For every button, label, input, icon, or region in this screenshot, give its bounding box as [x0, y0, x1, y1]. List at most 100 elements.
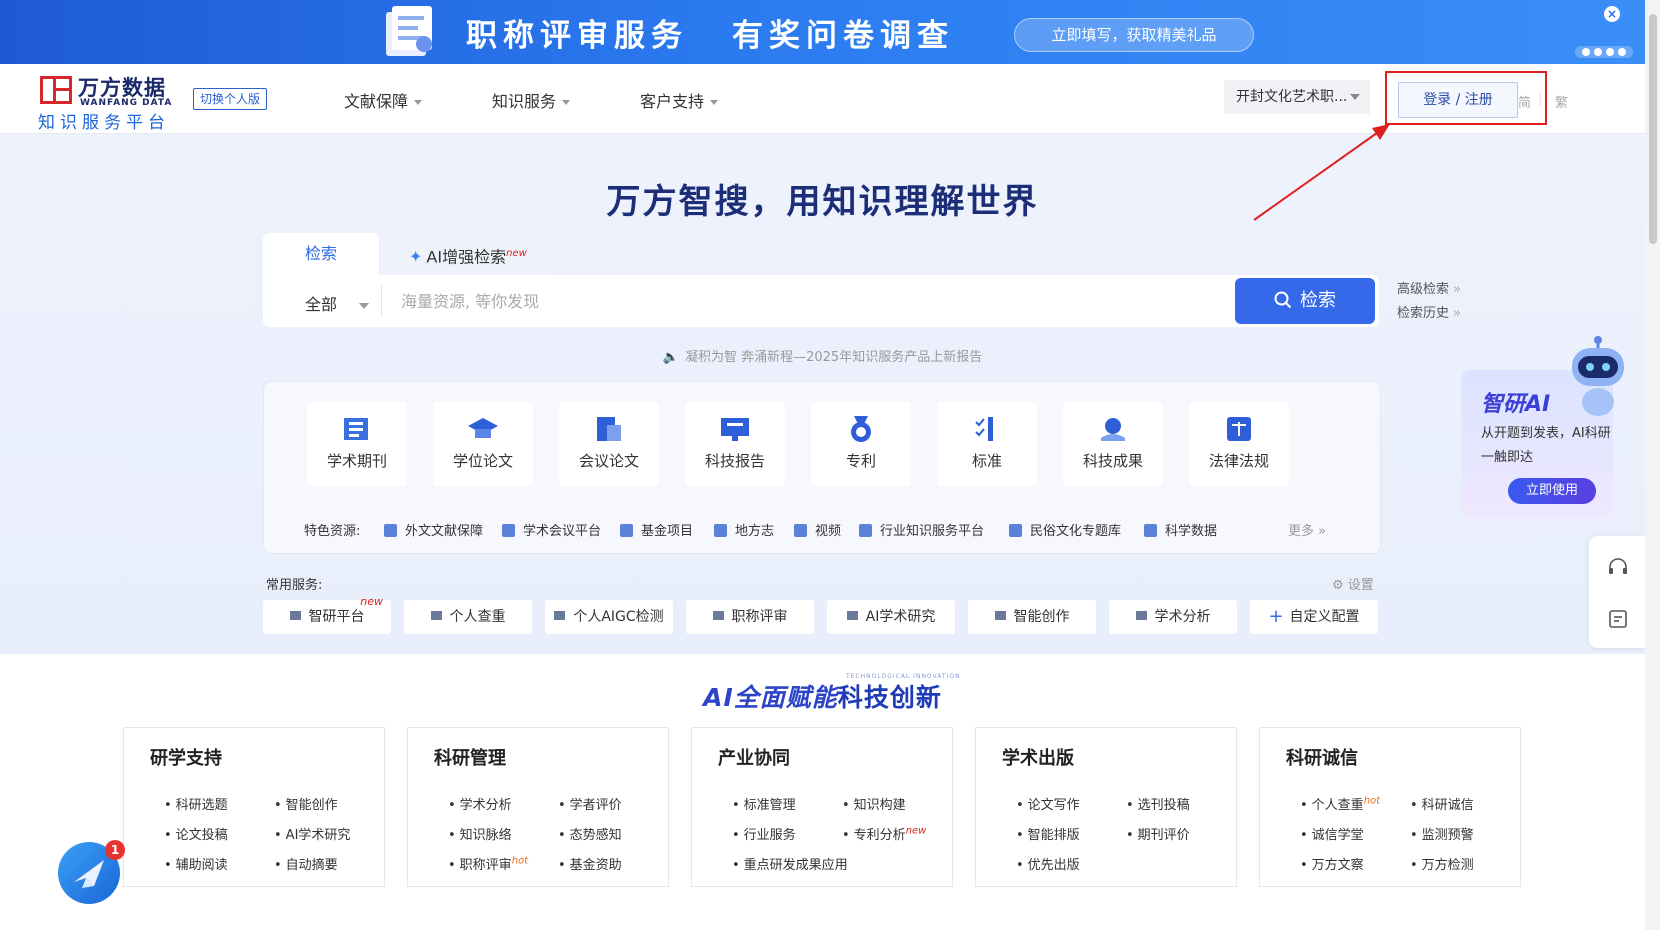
- nav-literature[interactable]: 文献保障: [344, 88, 423, 112]
- featured-item[interactable]: 外文文献保障: [384, 520, 483, 539]
- card-link[interactable]: 标准管理: [732, 794, 796, 813]
- card-integrity: 科研诚信 个人查重hot 科研诚信 诚信学堂 监测预警 万方文察 万方检测: [1259, 727, 1521, 887]
- tab-search[interactable]: 检索: [263, 233, 379, 275]
- featured-item-label: 学术会议平台: [523, 524, 602, 539]
- card-link[interactable]: 智能排版: [1016, 824, 1080, 843]
- card-link[interactable]: 态势感知: [558, 824, 622, 843]
- card-link[interactable]: 学者评价: [558, 794, 622, 813]
- card-link[interactable]: 知识构建: [842, 794, 906, 813]
- featured-item[interactable]: 视频: [794, 520, 841, 539]
- card-link[interactable]: 论文投稿: [164, 824, 228, 843]
- category-patent[interactable]: 专利: [811, 402, 911, 486]
- nav-label: 知识服务: [492, 92, 557, 111]
- card-link[interactable]: 基金资助: [558, 854, 622, 873]
- nav-support[interactable]: 客户支持: [640, 88, 719, 112]
- card-link[interactable]: AI学术研究: [274, 824, 351, 843]
- service-analysis[interactable]: 学术分析: [1109, 600, 1237, 634]
- card-link[interactable]: 行业服务: [732, 824, 796, 843]
- card-link[interactable]: 万方检测: [1410, 854, 1474, 873]
- card-link[interactable]: 科研诚信: [1410, 794, 1474, 813]
- settings-link[interactable]: ⚙ 设置: [1332, 574, 1374, 593]
- card-link[interactable]: 学术分析: [448, 794, 512, 813]
- achievement-icon: [1101, 418, 1125, 441]
- headset-icon[interactable]: [1607, 556, 1629, 578]
- service-icon: [994, 611, 1006, 620]
- card-link[interactable]: 职称评审hot: [448, 854, 528, 873]
- banner-cta-button[interactable]: 立即填写，获取精美礼品: [1014, 18, 1254, 52]
- card-link[interactable]: 专利分析new: [842, 824, 927, 843]
- announcement[interactable]: 🔈 凝积为智 奔涌新程—2025年知识服务产品上新报告: [0, 346, 1645, 365]
- scroll-thumb[interactable]: [1649, 14, 1657, 244]
- scope-label: 全部: [305, 295, 338, 314]
- category-label: 会议论文: [578, 452, 639, 470]
- card-link[interactable]: 个人查重hot: [1300, 794, 1380, 813]
- card-industry: 产业协同 标准管理 知识构建 行业服务 专利分析new 重点研发成果应用: [691, 727, 953, 887]
- login-register-button[interactable]: 登录 / 注册: [1398, 82, 1518, 118]
- top-banner[interactable]: 职称评审服务 有奖问卷调查 立即填写，获取精美礼品 ×: [0, 0, 1645, 64]
- search-tabs: 检索 ✦ AI增强检索new: [263, 233, 557, 275]
- lang-simplified[interactable]: 简: [1518, 92, 1531, 111]
- service-creation[interactable]: 智能创作: [968, 600, 1096, 634]
- nav-knowledge[interactable]: 知识服务: [492, 88, 571, 112]
- service-ai-research[interactable]: AI学术研究: [827, 600, 955, 634]
- organization-select[interactable]: 开封文化艺术职...: [1224, 80, 1370, 114]
- service-aigc[interactable]: 个人AIGC检测: [545, 600, 673, 634]
- featured-item[interactable]: 科学数据: [1144, 520, 1217, 539]
- card-link[interactable]: 知识脉络: [448, 824, 512, 843]
- new-badge: new: [905, 825, 927, 837]
- logo[interactable]: 万方数据 WANFANG DATA 知识服务平台: [38, 70, 178, 133]
- featured-item[interactable]: 基金项目: [620, 520, 693, 539]
- search-input[interactable]: [401, 285, 1211, 317]
- service-icon: [846, 611, 858, 620]
- card-link[interactable]: 选刊投稿: [1126, 794, 1190, 813]
- card-link-label: 职称评审: [459, 858, 512, 873]
- category-law[interactable]: 法律法规: [1189, 402, 1289, 486]
- chevron-down-icon: [562, 100, 571, 105]
- card-link[interactable]: 科研选题: [164, 794, 228, 813]
- featured-item[interactable]: 地方志: [714, 520, 774, 539]
- advanced-label: 高级检索: [1397, 282, 1450, 297]
- featured-item[interactable]: 民俗文化专题库: [1009, 520, 1121, 539]
- banner-text-2: 有奖问卷调查: [732, 18, 954, 54]
- card-link[interactable]: 诚信学堂: [1300, 824, 1364, 843]
- category-achievement[interactable]: 科技成果: [1063, 402, 1163, 486]
- switch-personal-button[interactable]: 切换个人版: [193, 88, 268, 110]
- service-zhiyan[interactable]: 智研平台 new: [263, 596, 391, 634]
- service-custom[interactable]: + 自定义配置: [1250, 600, 1378, 634]
- card-link[interactable]: 万方文察: [1300, 854, 1364, 873]
- card-link[interactable]: 智能创作: [274, 794, 338, 813]
- card-link[interactable]: 优先出版: [1016, 854, 1080, 873]
- category-standard[interactable]: 标准: [937, 402, 1037, 486]
- lang-traditional[interactable]: 繁: [1555, 92, 1568, 111]
- tab-ai-label: AI增强检索: [426, 247, 507, 267]
- service-title-review[interactable]: 职称评审: [686, 600, 814, 634]
- card-link[interactable]: 重点研发成果应用: [732, 854, 848, 873]
- card-link[interactable]: 辅助阅读: [164, 854, 228, 873]
- category-journal[interactable]: 学术期刊: [307, 402, 407, 486]
- featured-item[interactable]: 行业知识服务平台: [859, 520, 984, 539]
- resource-icon: [1009, 524, 1022, 537]
- page-scrollbar[interactable]: [1645, 0, 1660, 930]
- card-link[interactable]: 论文写作: [1016, 794, 1080, 813]
- ai-use-button[interactable]: 立即使用: [1508, 478, 1596, 504]
- card-link-label: 专利分析: [853, 828, 906, 843]
- category-conference[interactable]: 会议论文: [559, 402, 659, 486]
- service-plagiarism[interactable]: 个人查重: [404, 600, 532, 634]
- search-history-link[interactable]: 检索历史 »: [1397, 302, 1461, 321]
- advanced-search-link[interactable]: 高级检索 »: [1397, 278, 1461, 297]
- card-link[interactable]: 监测预警: [1410, 824, 1474, 843]
- feedback-icon[interactable]: [1607, 608, 1629, 630]
- tab-ai-search[interactable]: ✦ AI增强检索new: [381, 233, 555, 275]
- search-scope-select[interactable]: 全部: [305, 291, 370, 315]
- category-report[interactable]: 科技报告: [685, 402, 785, 486]
- close-icon[interactable]: ×: [1604, 6, 1620, 22]
- category-thesis[interactable]: 学位论文: [433, 402, 533, 486]
- service-label: 个人查重: [449, 609, 506, 625]
- featured-item[interactable]: 学术会议平台: [502, 520, 601, 539]
- carousel-dots[interactable]: [1575, 46, 1633, 58]
- settings-label: 设置: [1347, 578, 1374, 593]
- more-link[interactable]: 更多 »: [1288, 520, 1326, 539]
- card-link[interactable]: 期刊评价: [1126, 824, 1190, 843]
- card-link[interactable]: 自动摘要: [274, 854, 338, 873]
- search-button[interactable]: 检索: [1235, 278, 1375, 324]
